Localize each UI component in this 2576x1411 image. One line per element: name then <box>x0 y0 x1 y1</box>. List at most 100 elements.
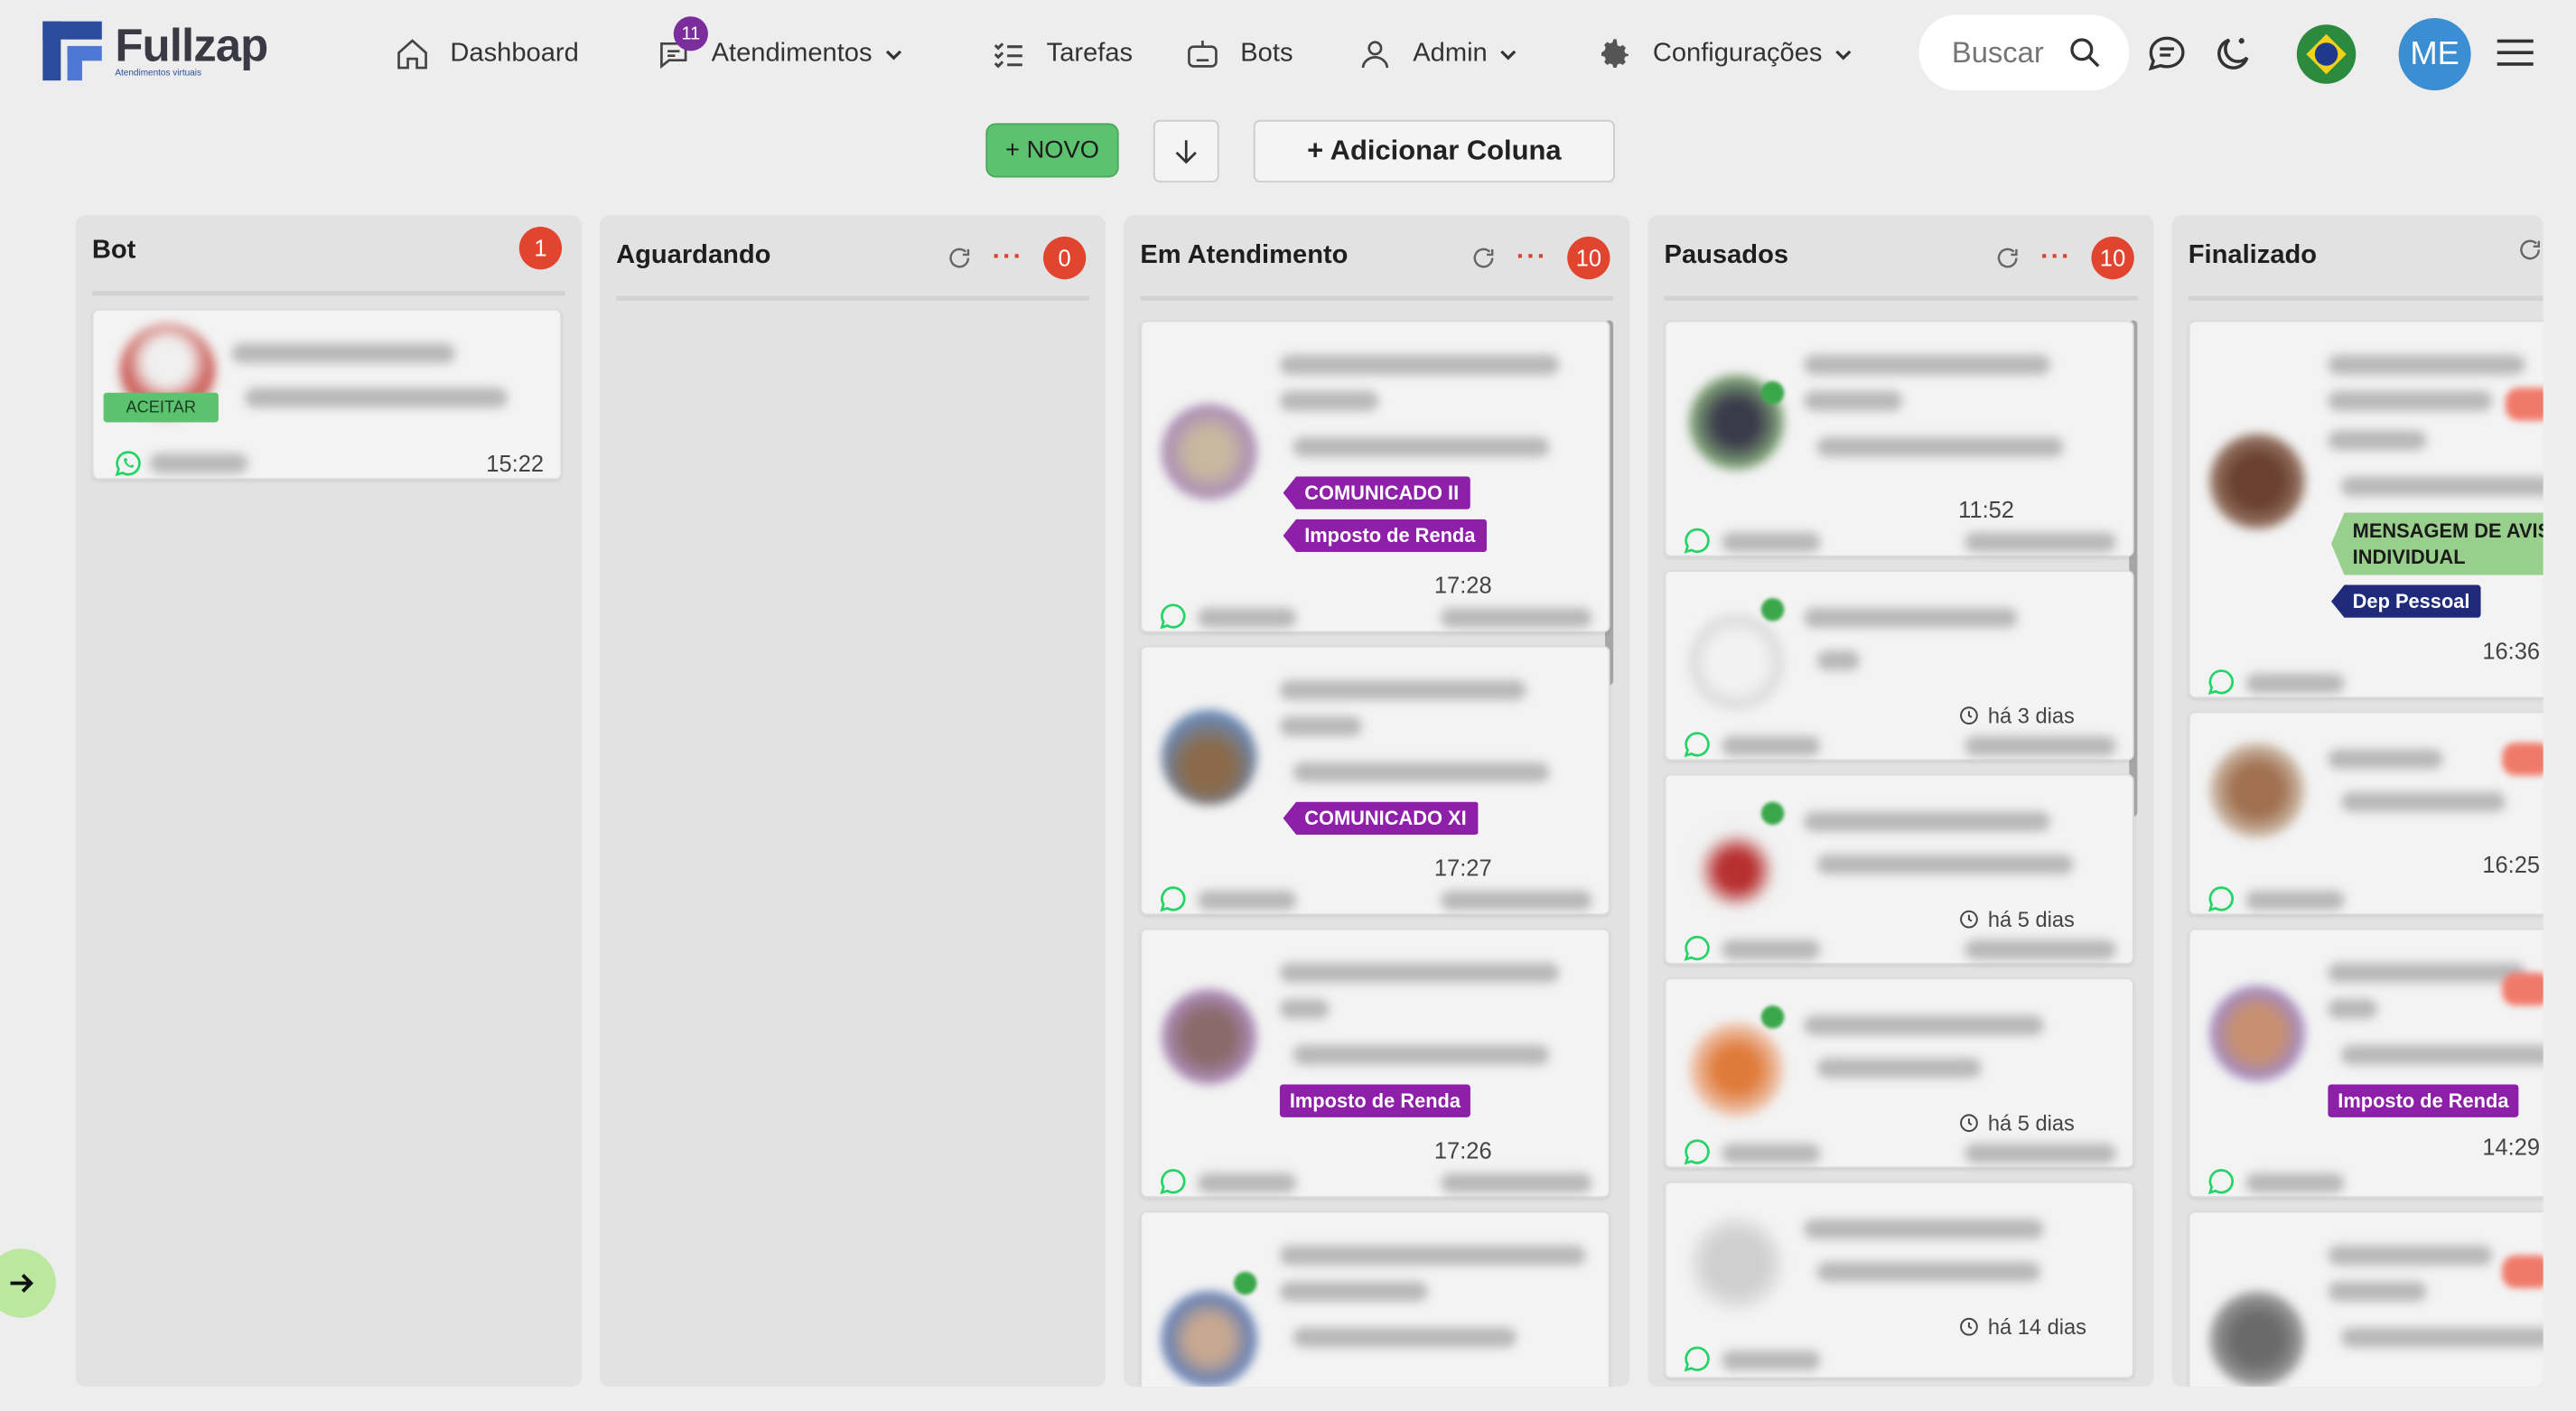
expand-sidebar-button[interactable] <box>0 1248 56 1318</box>
chevron-down-icon <box>885 50 901 61</box>
clock-icon <box>1960 1317 1978 1336</box>
conversation-card[interactable] <box>2188 1210 2543 1388</box>
tag-label: Imposto de Renda <box>2328 1084 2519 1117</box>
whatsapp-icon <box>1160 1169 1186 1195</box>
column-count-badge: 0 <box>1043 236 1087 280</box>
card-time: 11:52 <box>1958 496 2014 523</box>
conversation-card[interactable]: 16:25 <box>2188 711 2543 916</box>
theme-toggle-icon[interactable] <box>2211 33 2254 75</box>
refresh-icon[interactable] <box>1470 245 1497 271</box>
card-time: 16:25 <box>2482 851 2541 878</box>
arrow-right-icon <box>10 1274 34 1294</box>
conversation-card[interactable]: há 3 dias <box>1664 570 2134 762</box>
tag-label: COMUNICADO II <box>1283 476 1470 509</box>
column-title: Bot <box>91 236 136 264</box>
conversation-card[interactable]: ACEITAR 15:22 <box>91 308 563 481</box>
app-name: Fullzap <box>115 19 268 70</box>
nav-tarefas-label: Tarefas <box>1046 39 1134 68</box>
conversation-card[interactable]: há 14 dias <box>1664 1181 2134 1379</box>
nav-dashboard-label: Dashboard <box>450 39 579 68</box>
chevron-down-icon <box>1500 50 1517 61</box>
whatsapp-icon <box>1684 732 1710 758</box>
column-title: Pausados <box>1664 240 1789 269</box>
gear-icon <box>1601 39 1629 69</box>
search-icon[interactable] <box>2067 34 2103 70</box>
more-options-icon[interactable]: ··· <box>2040 244 2072 271</box>
whatsapp-icon <box>2207 886 2234 912</box>
card-time: 16:36 <box>2482 637 2541 664</box>
more-options-icon[interactable]: ··· <box>1517 244 1548 271</box>
app-logo[interactable]: Fullzap Atendimentos virtuais <box>42 19 268 81</box>
menu-icon[interactable] <box>2497 39 2534 70</box>
top-navigation: Fullzap Atendimentos virtuais Dashboard … <box>0 0 2576 108</box>
card-time: 15:22 <box>486 450 545 477</box>
refresh-icon[interactable] <box>947 245 973 271</box>
fullzap-logo-icon <box>42 21 102 81</box>
task-list-icon <box>994 42 1022 69</box>
conversation-card[interactable]: COMUNICADO II Imposto de Renda 17:28 <box>1140 320 1610 633</box>
card-time: há 3 dias <box>1987 703 2075 728</box>
nav-configuracoes-label: Configurações <box>1652 39 1823 68</box>
card-elapsed: há 14 dias <box>1958 1314 2086 1339</box>
column-title: Finalizado <box>2188 240 2318 269</box>
refresh-icon[interactable] <box>1994 245 2021 271</box>
card-time: há 5 dias <box>1987 1110 2075 1135</box>
nav-configuracoes[interactable]: Configurações <box>1597 33 1855 75</box>
card-elapsed: há 3 dias <box>1958 703 2075 728</box>
card-time: 14:29 <box>2482 1134 2541 1161</box>
column-pausados: Pausados ··· 10 11:52 há 3 dias há 5 dia… <box>1647 215 2154 1388</box>
search-input[interactable] <box>1951 35 2054 70</box>
clock-icon <box>1960 1114 1978 1133</box>
nav-admin[interactable]: Admin <box>1357 33 1520 75</box>
whatsapp-icon <box>1684 935 1710 961</box>
language-flag-icon[interactable] <box>2296 24 2357 84</box>
home-icon <box>397 39 427 70</box>
column-count-badge: 10 <box>2091 236 2134 280</box>
refresh-icon[interactable] <box>2517 237 2543 263</box>
whatsapp-icon <box>1684 1139 1710 1165</box>
accept-button[interactable]: ACEITAR <box>103 392 219 423</box>
whatsapp-icon <box>1684 1346 1710 1372</box>
column-aguardando: Aguardando ··· 0 <box>599 215 1106 1388</box>
conversation-card[interactable]: há 5 dias <box>1664 773 2134 965</box>
conversation-card[interactable]: 11:52 <box>1664 320 2134 557</box>
column-title: Em Atendimento <box>1140 240 1349 269</box>
column-title: Aguardando <box>616 240 771 269</box>
user-icon <box>1361 41 1389 69</box>
conversation-card[interactable]: há 5 dias <box>1664 977 2134 1169</box>
nav-tarefas[interactable]: Tarefas <box>991 33 1133 75</box>
new-button[interactable]: + NOVO <box>985 123 1119 178</box>
messages-icon[interactable] <box>2145 33 2188 75</box>
whatsapp-icon <box>1684 528 1710 554</box>
conversation-card[interactable]: COMUNICADO XI 17:27 <box>1140 645 1610 916</box>
column-em-atendimento: Em Atendimento ··· 10 COMUNICADO II Impo… <box>1124 215 1630 1388</box>
column-finalizado: Finalizado MENSAGEM DE AVIS INDIVIDUAL D… <box>2171 215 2543 1388</box>
chevron-down-icon <box>1835 50 1852 61</box>
tag-label: MENSAGEM DE AVIS INDIVIDUAL <box>2331 512 2543 575</box>
conversation-card[interactable]: Imposto de Renda 14:29 <box>2188 928 2543 1198</box>
add-column-button[interactable]: + Adicionar Coluna <box>1253 119 1615 182</box>
nav-dashboard[interactable]: Dashboard <box>395 33 579 75</box>
whatsapp-icon <box>1160 886 1186 912</box>
tag-label: COMUNICADO XI <box>1283 801 1479 836</box>
whatsapp-icon <box>115 451 141 477</box>
conversation-card[interactable] <box>1140 1210 1610 1388</box>
card-time: há 5 dias <box>1987 907 2075 932</box>
nav-admin-label: Admin <box>1413 39 1488 68</box>
conversation-card[interactable]: Imposto de Renda 17:26 <box>1140 928 1610 1198</box>
tag-label: Dep Pessoal <box>2331 584 2482 618</box>
download-button[interactable] <box>1153 119 1219 182</box>
conversation-card[interactable]: MENSAGEM DE AVIS INDIVIDUAL Dep Pessoal … <box>2188 320 2543 699</box>
clock-icon <box>1960 706 1978 724</box>
whatsapp-icon <box>1160 603 1186 630</box>
clock-icon <box>1960 910 1978 929</box>
app-tagline: Atendimentos virtuais <box>115 68 201 79</box>
card-time: 17:26 <box>1433 1136 1492 1163</box>
card-time: 17:28 <box>1433 571 1492 599</box>
search-box <box>1918 14 2130 91</box>
tag-label: Imposto de Renda <box>1279 1084 1470 1117</box>
card-elapsed: há 5 dias <box>1958 1111 2075 1135</box>
more-options-icon[interactable]: ··· <box>993 244 1024 271</box>
user-avatar[interactable]: ME <box>2398 18 2471 91</box>
nav-bots[interactable]: Bots <box>1184 33 1293 75</box>
